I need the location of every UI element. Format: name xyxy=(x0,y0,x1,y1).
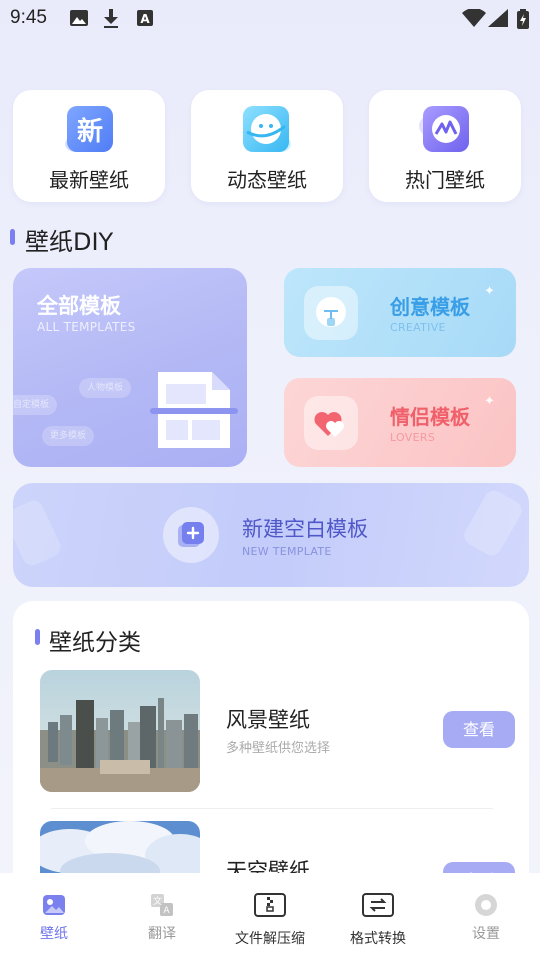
lovers-subtitle: LOVERS xyxy=(390,431,436,444)
lovers-template-card[interactable]: 情侣模板 LOVERS ✦ xyxy=(284,378,516,467)
gallery-icon xyxy=(70,10,88,26)
add-template-icon xyxy=(178,522,204,547)
convert-icon xyxy=(362,893,394,917)
svg-text:文: 文 xyxy=(153,895,162,907)
list-item[interactable]: 风景壁纸 多种壁纸供您选择 查看 xyxy=(13,670,529,794)
section-title-category: 壁纸分类 xyxy=(49,630,141,656)
svg-text:A: A xyxy=(140,12,150,26)
section-marker xyxy=(35,629,40,645)
zip-file-icon xyxy=(254,893,286,917)
card-label: 热门壁纸 xyxy=(405,168,485,192)
category-desc: 多种壁纸供您选择 xyxy=(226,741,331,756)
nav-item-translate[interactable]: 文 A 翻译 xyxy=(108,873,216,960)
card-hot-wallpaper[interactable]: 热门壁纸 xyxy=(369,90,521,202)
svg-text:A: A xyxy=(163,906,170,916)
svg-text:新: 新 xyxy=(77,116,103,147)
nav-item-settings[interactable]: 设置 xyxy=(432,873,540,960)
creative-template-card[interactable]: 创意模板 CREATIVE ✦ xyxy=(284,268,516,357)
creative-title: 创意模板 xyxy=(390,295,470,319)
status-bar: 9:45 A xyxy=(0,0,540,36)
nav-label: 翻译 xyxy=(148,926,176,942)
new-template-card[interactable]: 新建空白模板 NEW TEMPLATE xyxy=(13,483,529,587)
all-templates-card[interactable]: 全部模板 ALL TEMPLATES 人物模板 自定模板 更多模板 xyxy=(13,268,247,467)
status-time: 9:45 xyxy=(10,7,47,28)
battery-charging-icon xyxy=(517,9,529,29)
nav-item-unzip[interactable]: 文件解压缩 xyxy=(216,873,324,960)
decorative-shape xyxy=(13,500,61,566)
lightbulb-icon xyxy=(304,286,358,340)
nav-label: 格式转换 xyxy=(350,931,406,947)
section-marker xyxy=(10,229,15,245)
view-button[interactable]: 查看 xyxy=(443,711,515,748)
nav-label: 壁纸 xyxy=(40,926,68,942)
hot-chart-icon xyxy=(419,106,469,152)
wifi-icon xyxy=(462,9,486,27)
card-label: 最新壁纸 xyxy=(49,168,129,192)
smile-planet-icon xyxy=(243,106,291,152)
new-template-title: 新建空白模板 xyxy=(242,517,368,541)
card-live-wallpaper[interactable]: 动态壁纸 xyxy=(191,90,343,202)
all-templates-title: 全部模板 xyxy=(37,294,121,318)
all-templates-subtitle: ALL TEMPLATES xyxy=(37,320,136,334)
translate-icon: 文 A xyxy=(151,894,173,916)
decorative-shape xyxy=(464,490,522,556)
sparkle-icon: ✦ xyxy=(484,284,495,299)
bottom-nav: 壁纸 文 A 翻译 文件解压缩 格式转换 设置 xyxy=(0,873,540,960)
new-badge-icon: 新 xyxy=(65,106,113,152)
wallpaper-category-panel: 壁纸分类 风景壁纸 多种壁纸供您选择 查看 天空壁纸 xyxy=(13,601,529,943)
divider xyxy=(51,808,493,809)
new-template-subtitle: NEW TEMPLATE xyxy=(242,545,332,558)
wallpaper-icon xyxy=(43,895,65,915)
download-icon xyxy=(104,9,118,28)
card-label: 动态壁纸 xyxy=(227,168,307,192)
creative-subtitle: CREATIVE xyxy=(390,321,446,334)
nav-label: 设置 xyxy=(472,926,500,942)
template-tag: 自定模板 xyxy=(13,395,58,415)
text-a-icon: A xyxy=(137,10,153,26)
hearts-icon xyxy=(304,396,358,450)
category-name: 风景壁纸 xyxy=(226,708,310,732)
template-tag: 人物模板 xyxy=(79,378,132,398)
signal-icon xyxy=(488,9,508,27)
nav-item-wallpaper[interactable]: 壁纸 xyxy=(0,873,108,960)
template-document-icon xyxy=(150,372,238,448)
section-title-diy: 壁纸DIY xyxy=(25,228,114,256)
template-tag: 更多模板 xyxy=(42,426,95,446)
thumbnail-city-skyline[interactable] xyxy=(40,670,200,792)
settings-icon xyxy=(475,894,497,916)
nav-item-format-convert[interactable]: 格式转换 xyxy=(324,873,432,960)
sparkle-icon: ✦ xyxy=(484,394,495,409)
lovers-title: 情侣模板 xyxy=(390,405,470,429)
card-latest-wallpaper[interactable]: 新 最新壁纸 xyxy=(13,90,165,202)
nav-label: 文件解压缩 xyxy=(235,931,305,947)
